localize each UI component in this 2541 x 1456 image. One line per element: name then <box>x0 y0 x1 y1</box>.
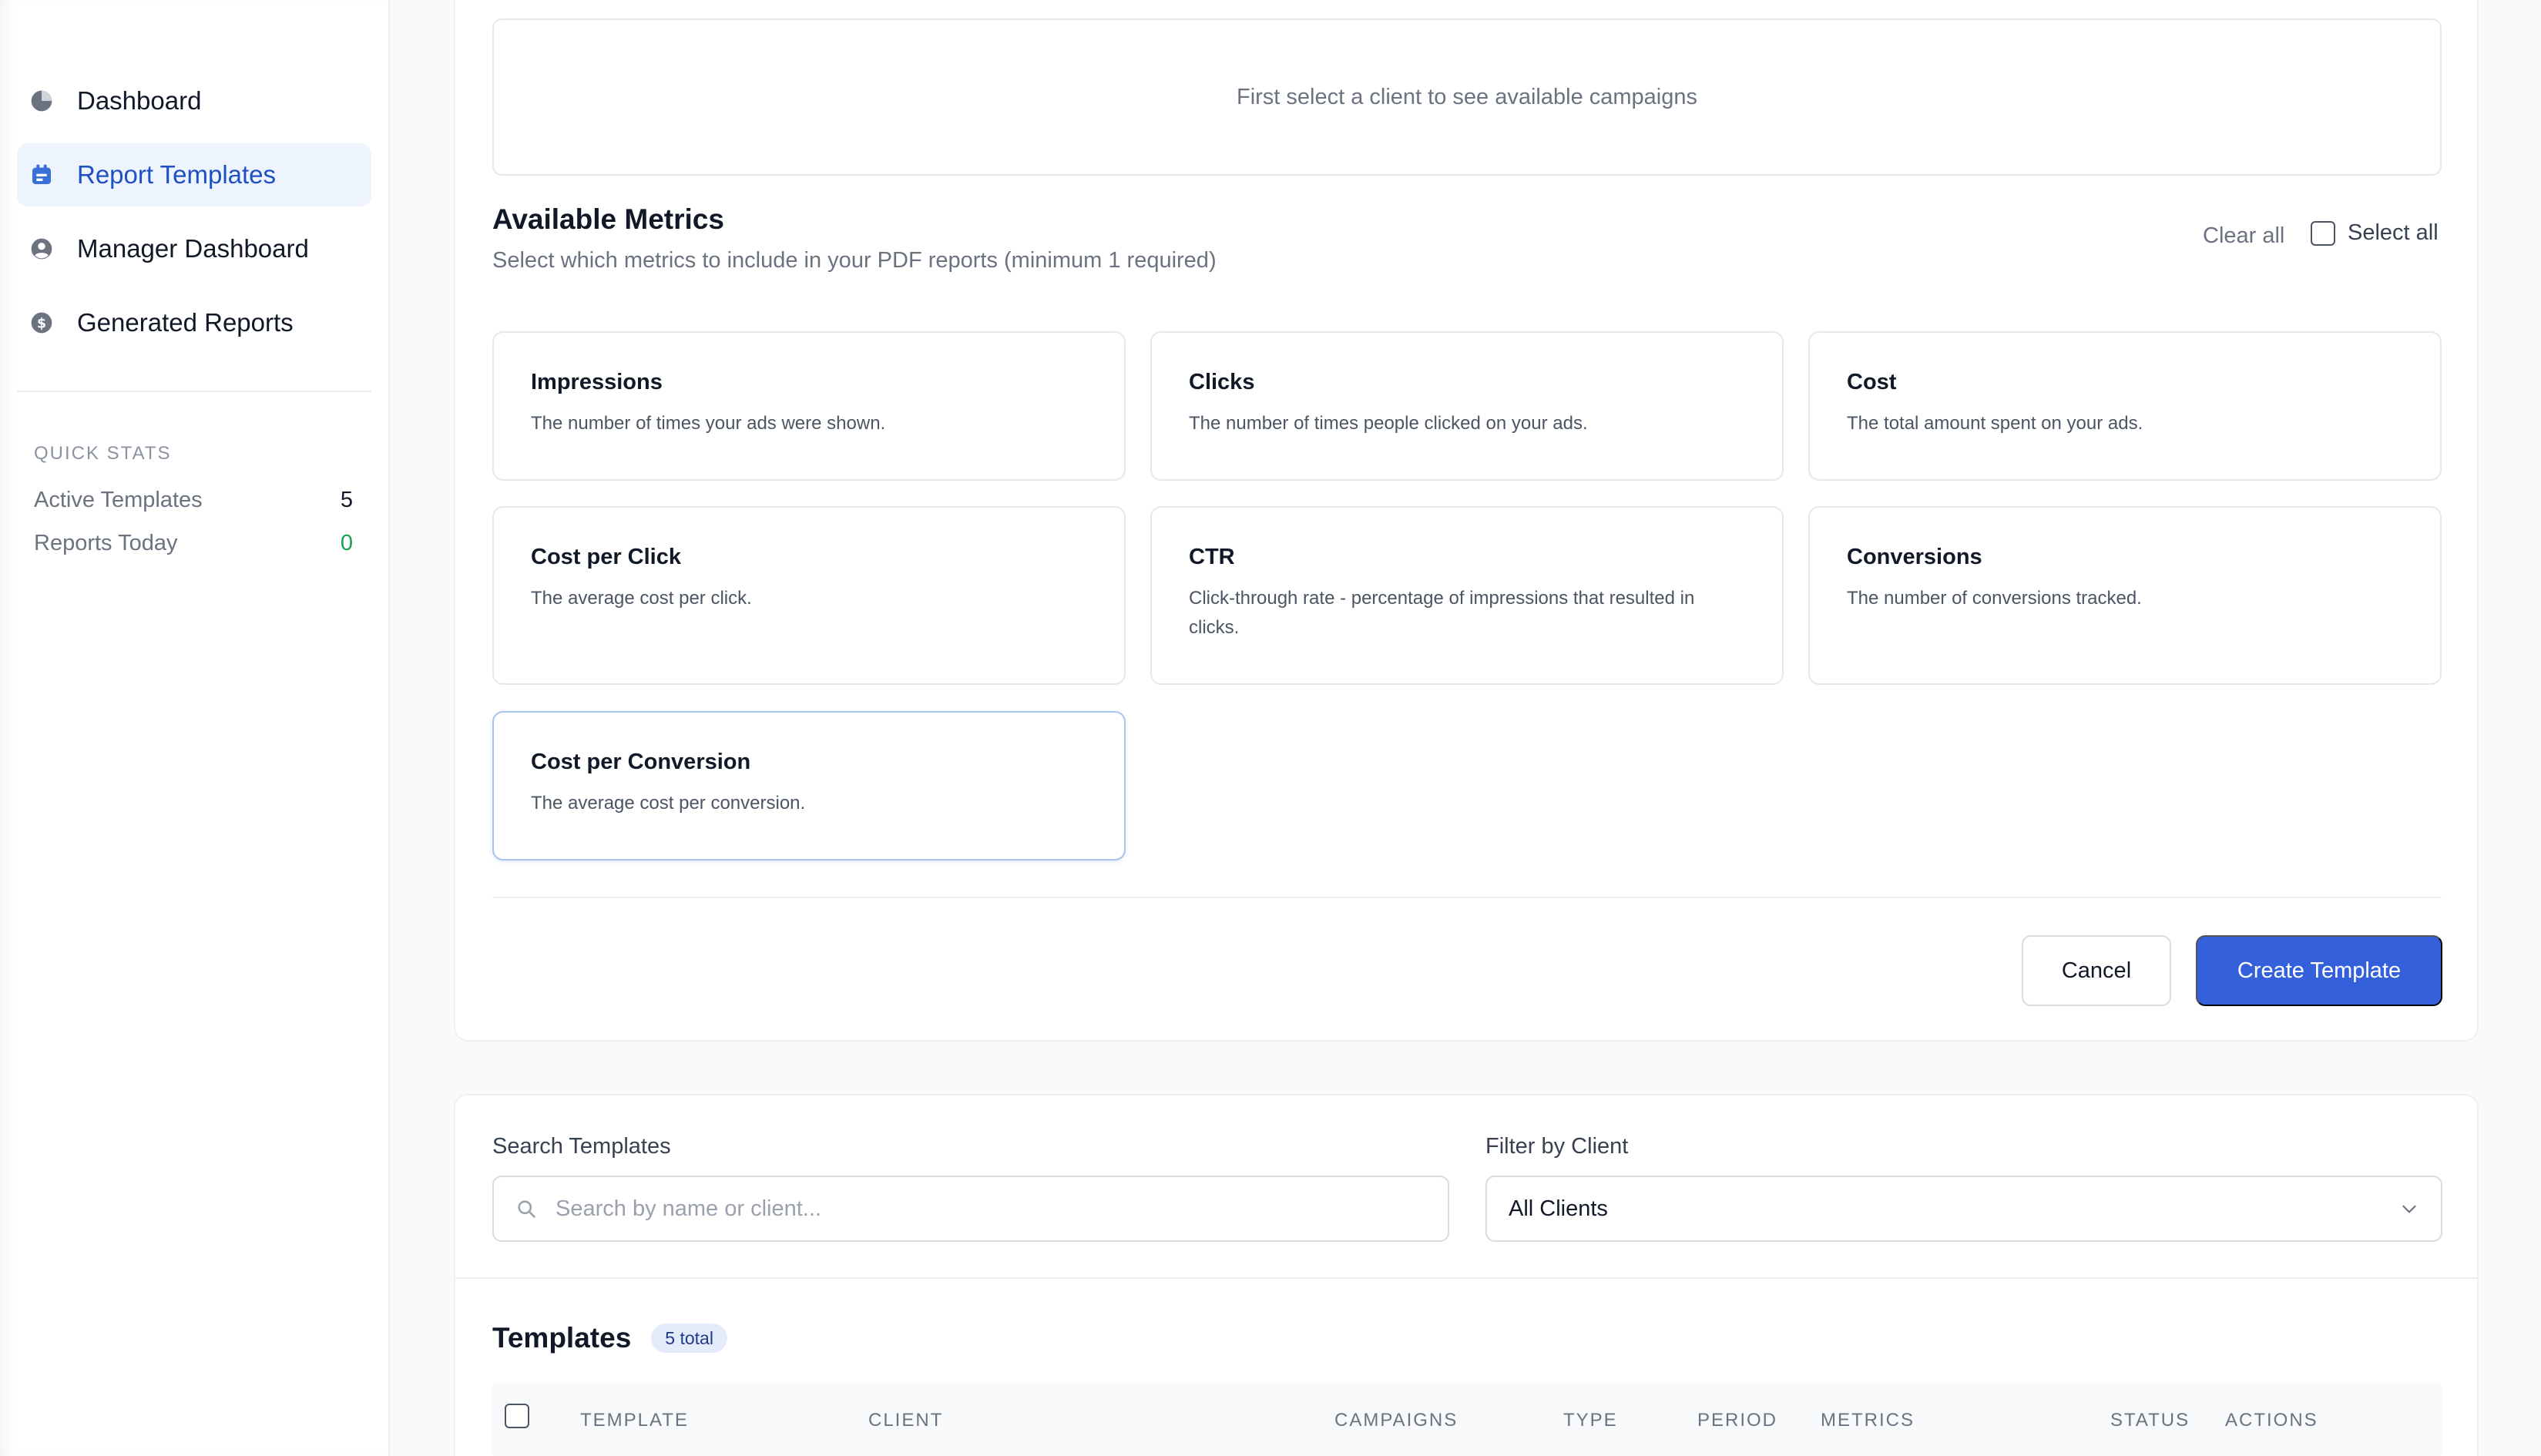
select-all-label: Select all <box>2348 220 2439 245</box>
column-header-actions: ACTIONS <box>2225 1410 2318 1431</box>
column-header-status[interactable]: STATUS <box>2110 1410 2190 1431</box>
metric-description: The number of conversions tracked. <box>1847 588 2142 609</box>
form-divider <box>492 897 2442 898</box>
metric-card-cost-per-click[interactable]: Cost per Click The average cost per clic… <box>492 506 1126 685</box>
stat-value: 5 <box>340 488 353 512</box>
metric-name: Cost per Conversion <box>531 750 751 774</box>
sidebar-item-dashboard[interactable]: Dashboard <box>17 69 371 133</box>
template-icon <box>29 163 54 187</box>
templates-count-badge: 5 total <box>651 1323 727 1353</box>
chevron-down-icon <box>2399 1199 2419 1219</box>
stat-label: Active Templates <box>34 488 203 512</box>
templates-list-card: Search Templates Filter by Client All Cl… <box>454 1094 2479 1456</box>
sidebar-divider <box>17 391 371 392</box>
templates-title-text: Templates <box>492 1322 632 1354</box>
stat-active-templates: Active Templates 5 <box>34 488 353 513</box>
metric-name: CTR <box>1189 545 1235 569</box>
templates-table-header: TEMPLATE CLIENT CAMPAIGNS TYPE PERIOD ME… <box>492 1384 2442 1456</box>
quick-stats-title: QUICK STATS <box>34 443 172 464</box>
select-all-checkbox[interactable] <box>2311 220 2335 246</box>
metric-description: The total amount spent on your ads. <box>1847 413 2143 434</box>
metric-name: Clicks <box>1189 370 1255 394</box>
metric-card-impressions[interactable]: Impressions The number of times your ads… <box>492 331 1126 481</box>
clear-all-button[interactable]: Clear all <box>2203 223 2284 249</box>
dollar-icon: $ <box>29 310 54 335</box>
search-icon <box>515 1198 537 1219</box>
cancel-button[interactable]: Cancel <box>2022 935 2171 1006</box>
column-header-campaigns[interactable]: CAMPAIGNS <box>1334 1410 1458 1431</box>
sidebar-item-label: Report Templates <box>77 160 277 189</box>
client-filter-select[interactable]: All Clients <box>1485 1176 2442 1242</box>
metric-card-cost-per-conversion[interactable]: Cost per Conversion The average cost per… <box>492 711 1126 861</box>
search-input-wrapper[interactable] <box>492 1176 1449 1242</box>
campaigns-empty-state: First select a client to see available c… <box>492 18 2442 176</box>
search-input[interactable] <box>556 1196 1403 1222</box>
metric-card-cost[interactable]: Cost The total amount spent on your ads. <box>1808 331 2442 481</box>
pie-chart-icon <box>29 89 54 113</box>
svg-text:$: $ <box>37 317 46 332</box>
column-header-template[interactable]: TEMPLATE <box>580 1410 689 1431</box>
metric-description: The number of times your ads were shown. <box>531 413 886 434</box>
create-template-button[interactable]: Create Template <box>2196 935 2442 1006</box>
column-header-type[interactable]: TYPE <box>1563 1410 1618 1431</box>
client-filter-value: All Clients <box>1509 1196 1608 1221</box>
sidebar-item-label: Dashboard <box>77 86 202 115</box>
metric-card-ctr[interactable]: CTR Click-through rate - percentage of i… <box>1150 506 1784 685</box>
column-header-client[interactable]: CLIENT <box>868 1410 943 1431</box>
metric-name: Cost per Click <box>531 545 681 569</box>
metrics-section-subtitle: Select which metrics to include in your … <box>492 248 1217 273</box>
sidebar-item-manager-dashboard[interactable]: Manager Dashboard <box>17 217 371 280</box>
sidebar: Dashboard Report Templates Manager Dashb… <box>0 0 390 1456</box>
filter-client-label: Filter by Client <box>1485 1134 1629 1159</box>
stat-reports-today: Reports Today 0 <box>34 531 353 556</box>
metric-description: The average cost per click. <box>531 588 752 609</box>
metric-name: Impressions <box>531 370 663 394</box>
sidebar-item-label: Generated Reports <box>77 308 294 337</box>
select-all-rows-checkbox[interactable] <box>505 1404 529 1428</box>
metric-name: Conversions <box>1847 545 1982 569</box>
template-form-card: First select a client to see available c… <box>454 0 2479 1042</box>
stat-value: 0 <box>340 531 353 555</box>
metric-description: Click-through rate - percentage of impre… <box>1189 588 1695 638</box>
metric-name: Cost <box>1847 370 1897 394</box>
sidebar-item-report-templates[interactable]: Report Templates <box>17 143 371 206</box>
column-header-period[interactable]: PERIOD <box>1697 1410 1777 1431</box>
column-header-metrics[interactable]: METRICS <box>1821 1410 1915 1431</box>
metric-description: The number of times people clicked on yo… <box>1189 413 1588 434</box>
templates-title: Templates 5 total <box>492 1322 727 1354</box>
filters-divider <box>455 1277 2477 1279</box>
stat-label: Reports Today <box>34 531 178 555</box>
metric-card-clicks[interactable]: Clicks The number of times people clicke… <box>1150 331 1784 481</box>
sidebar-item-label: Manager Dashboard <box>77 234 309 263</box>
metric-description: The average cost per conversion. <box>531 793 806 814</box>
metrics-section-title: Available Metrics <box>492 203 724 235</box>
user-circle-icon <box>29 237 54 261</box>
select-all-toggle[interactable]: Select all <box>2311 220 2439 246</box>
metric-card-conversions[interactable]: Conversions The number of conversions tr… <box>1808 506 2442 685</box>
sidebar-nav: Dashboard Report Templates Manager Dashb… <box>17 69 371 365</box>
sidebar-item-generated-reports[interactable]: $ Generated Reports <box>17 291 371 354</box>
search-templates-label: Search Templates <box>492 1134 671 1159</box>
